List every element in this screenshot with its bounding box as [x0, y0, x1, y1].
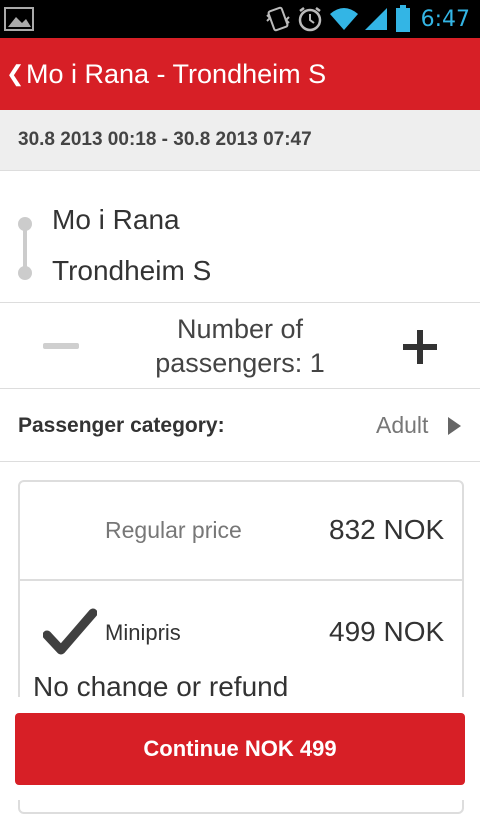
- date-range-bar: 30.8 2013 00:18 - 30.8 2013 07:47: [0, 110, 480, 171]
- wifi-icon: [329, 8, 358, 30]
- clock: 6:47: [420, 6, 470, 32]
- regular-price-value[interactable]: 832 NOK: [329, 514, 444, 546]
- passenger-count-line2: passengers: 1: [155, 348, 325, 378]
- passenger-category-label: Passenger category:: [18, 414, 225, 437]
- to-dot: [18, 266, 32, 280]
- action-bar: ❮ Mo i Rana - Trondheim S: [0, 38, 480, 110]
- image-icon: [4, 7, 34, 31]
- from-dot: [18, 217, 32, 231]
- checkmark-icon[interactable]: [43, 608, 97, 656]
- continue-button[interactable]: Continue NOK 499: [15, 713, 465, 785]
- passenger-count-line1: Number of: [176, 314, 304, 344]
- minipris-price-value[interactable]: 499 NOK: [329, 616, 444, 648]
- date-range: 30.8 2013 00:18 - 30.8 2013 07:47: [18, 129, 312, 150]
- passenger-count: Number of passengers: 1: [130, 312, 350, 380]
- continue-button-label: Continue NOK 499: [143, 736, 337, 761]
- signal-icon: [364, 8, 387, 30]
- page-title[interactable]: Mo i Rana - Trondheim S: [26, 59, 326, 90]
- vibrate-icon: [265, 6, 290, 32]
- passenger-category-value[interactable]: Adult: [376, 412, 428, 439]
- from-station: Mo i Rana: [52, 204, 180, 235]
- chevron-right-icon[interactable]: [448, 417, 461, 435]
- regular-price-label[interactable]: Regular price: [105, 517, 242, 544]
- increase-passengers-button[interactable]: [403, 330, 437, 364]
- battery-icon: [395, 5, 410, 32]
- decrease-passengers-button[interactable]: [43, 343, 79, 349]
- minipris-label[interactable]: Minipris: [105, 620, 181, 646]
- chevron-left-icon[interactable]: ❮: [6, 61, 26, 87]
- divider: [18, 579, 464, 581]
- alarm-icon: [298, 7, 321, 32]
- status-bar: 6:47: [0, 0, 480, 38]
- to-station: Trondheim S: [52, 255, 212, 286]
